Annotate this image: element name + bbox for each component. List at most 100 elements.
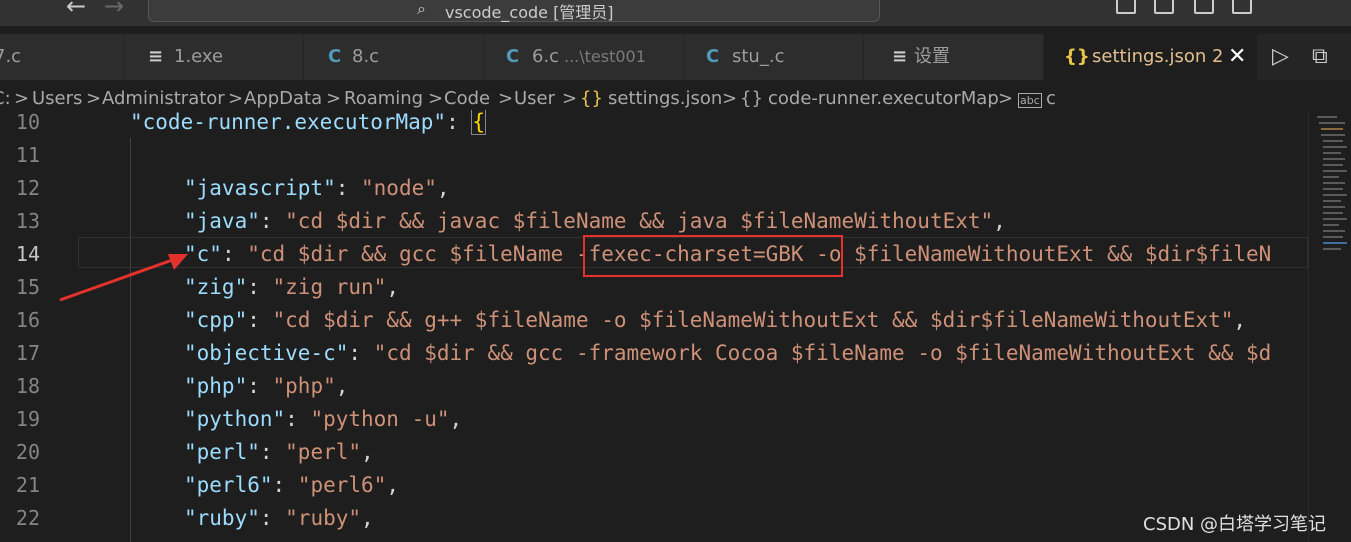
minimap[interactable]	[1308, 110, 1351, 542]
code-text: "cpp": "cd $dir && g++ $fileName -o $fil…	[184, 304, 1246, 337]
toggle-sidebar-icon[interactable]	[1116, 0, 1136, 14]
code-text: "java": "cd $dir && javac $fileName && j…	[184, 205, 1006, 238]
minimap-line	[1323, 212, 1343, 214]
annotation-highlight-box	[583, 235, 843, 277]
json-sep: :	[285, 407, 311, 431]
line-number: 16	[15, 308, 40, 332]
line-number: 19	[15, 407, 40, 431]
toggle-panel-icon[interactable]	[1154, 0, 1174, 14]
json-sep: :	[221, 242, 248, 266]
tab-label: 7.c	[0, 46, 22, 67]
json-value: "perl6"	[297, 473, 387, 497]
minimap-line	[1323, 242, 1347, 244]
json-sep: :	[247, 374, 273, 398]
minimap-line	[1323, 140, 1343, 142]
json-icon: {}	[1064, 46, 1090, 67]
code-line: 21 "perl6": "perl6",	[0, 469, 1308, 502]
json-punct: ,	[386, 275, 399, 299]
annotation-arrow	[59, 254, 188, 302]
minimap-line	[1323, 158, 1345, 160]
line-number: 11	[15, 143, 40, 167]
json-punct: ,	[386, 473, 399, 497]
code-text: "php": "php",	[184, 370, 348, 403]
json-value: "ruby"	[285, 506, 362, 530]
tab-8-c[interactable]: C 8.c	[304, 34, 484, 80]
json-key: "code-runner.executorMap"	[130, 110, 447, 134]
code-text: "objective-c": "cd $dir && gcc -framewor…	[184, 337, 1271, 370]
close-icon[interactable]: ✕	[1228, 34, 1246, 80]
menu-icon: ≡	[148, 46, 164, 67]
json-key: "java"	[184, 209, 260, 233]
tab-settings-json[interactable]: {} settings.json 2 ✕	[1044, 34, 1258, 80]
line-number: 22	[15, 506, 40, 530]
tab-label: settings.json 2	[1092, 46, 1224, 67]
json-punct: ,	[361, 506, 374, 530]
minimap-line	[1323, 248, 1341, 250]
line-number: 21	[15, 473, 40, 497]
run-icon[interactable]: ▷	[1272, 34, 1289, 80]
tab-label: 8.c	[352, 46, 380, 67]
json-key: "javascript"	[184, 176, 336, 200]
c-icon: C	[328, 46, 342, 67]
code-text: "perl6": "perl6",	[184, 469, 399, 502]
tab-6-c[interactable]: C 6.c ...\test001	[484, 34, 684, 80]
search-icon: ⌕	[417, 0, 426, 18]
tab-label: 设置	[914, 46, 950, 67]
tab-label: 1.exe	[174, 46, 224, 67]
code-text: "ruby": "ruby",	[184, 502, 374, 535]
json-sep: :	[272, 473, 298, 497]
minimap-line	[1323, 194, 1347, 196]
code-text: "javascript": "node",	[184, 172, 450, 205]
watermark: CSDN @白塔学习笔记	[1143, 514, 1327, 535]
window-title: vscode_code [管理员]	[445, 3, 614, 22]
json-punct: ,	[993, 209, 1006, 233]
json-value: "python -u"	[310, 407, 450, 431]
json-key: "python"	[184, 407, 286, 431]
title-bar: ← → ⌕ vscode_code [管理员]	[0, 0, 1351, 26]
code-line: 17 "objective-c": "cd $dir && gcc -frame…	[0, 337, 1308, 370]
json-sep: :	[259, 209, 286, 233]
json-value: "perl"	[285, 440, 362, 464]
forward-arrow-icon[interactable]: →	[104, 0, 124, 20]
open-changes-icon[interactable]: ⧉	[1312, 34, 1328, 80]
code-line: 22 "ruby": "ruby",	[0, 502, 1308, 535]
code-text: "python": "python -u",	[184, 403, 462, 436]
code-editor[interactable]: 10 "code-runner.executorMap": { 11 12 "j…	[0, 110, 1308, 542]
customize-layout-icon[interactable]	[1232, 0, 1252, 14]
json-value: "cd $dir && javac $fileName && java $fil…	[285, 209, 994, 233]
back-arrow-icon[interactable]: ←	[66, 0, 86, 20]
json-value: "cd $dir && g++ $fileName -o $fileNameWi…	[272, 308, 1234, 332]
tab-1-exe[interactable]: ≡ 1.exe	[124, 34, 304, 80]
json-value: "zig run"	[272, 275, 387, 299]
json-sep: :	[259, 440, 286, 464]
json-key: "ruby"	[184, 506, 260, 530]
json-sep: :	[247, 275, 273, 299]
minimap-line	[1323, 224, 1339, 226]
minimap-line	[1323, 182, 1345, 184]
minimap-line	[1323, 146, 1347, 148]
code-text: "code-runner.executorMap": {	[130, 110, 487, 139]
minimap-line	[1321, 134, 1345, 136]
json-punct: ,	[436, 176, 450, 200]
tab-settings-ui[interactable]: ≡ 设置	[864, 34, 1044, 80]
json-sep: :	[247, 308, 273, 332]
command-center[interactable]: ⌕ vscode_code [管理员]	[148, 0, 880, 22]
json-key: "perl"	[184, 440, 260, 464]
tab-label: 6.c	[532, 46, 560, 67]
tab-stu-c[interactable]: C stu_.c	[684, 34, 864, 80]
json-sep: :	[348, 341, 374, 365]
line-number: 10	[15, 110, 40, 134]
tab-7-c[interactable]: 7.c	[0, 34, 124, 80]
minimap-line	[1323, 164, 1343, 166]
tab-label: stu_.c	[732, 46, 785, 67]
minimap-line	[1321, 128, 1343, 130]
minimap-line	[1319, 122, 1345, 124]
json-key: "cpp"	[184, 308, 248, 332]
line-number: 20	[15, 440, 40, 464]
json-value: "php"	[272, 374, 336, 398]
minimap-line	[1323, 206, 1345, 208]
json-sep: :	[446, 110, 472, 134]
toggle-secondary-sidebar-icon[interactable]	[1194, 0, 1214, 14]
menu-icon: ≡	[892, 46, 908, 67]
line-number: 17	[15, 341, 40, 365]
